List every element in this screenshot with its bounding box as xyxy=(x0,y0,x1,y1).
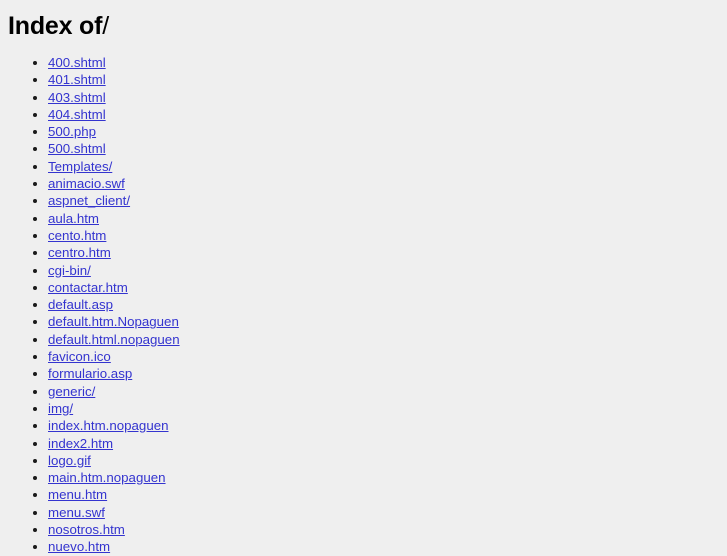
directory-entry-link[interactable]: cento.htm xyxy=(48,228,106,243)
page-title-prefix: Index of xyxy=(8,12,103,40)
list-item: generic/ xyxy=(48,383,719,400)
list-item: default.htm.Nopaguen xyxy=(48,313,719,330)
list-item: img/ xyxy=(48,400,719,417)
list-item: nuevo.htm xyxy=(48,538,719,555)
directory-entry-link[interactable]: centro.htm xyxy=(48,245,111,260)
directory-entry-link[interactable]: default.html.nopaguen xyxy=(48,332,180,347)
page-title: Index of/ xyxy=(8,12,719,40)
directory-entry-link[interactable]: main.htm.nopaguen xyxy=(48,470,166,485)
list-item: centro.htm xyxy=(48,244,719,261)
directory-entry-link[interactable]: animacio.swf xyxy=(48,176,125,191)
directory-entry-link[interactable]: nuevo.htm xyxy=(48,539,110,554)
list-item: aspnet_client/ xyxy=(48,192,719,209)
list-item: 500.php xyxy=(48,123,719,140)
directory-listing: 400.shtml 401.shtml 403.shtml 404.shtml 500.… xyxy=(8,54,719,556)
directory-entry-link[interactable]: 401.shtml xyxy=(48,72,106,87)
list-item: contactar.htm xyxy=(48,279,719,296)
directory-entry-link[interactable]: menu.htm xyxy=(48,487,107,502)
directory-entry-link[interactable]: 500.php xyxy=(48,124,96,139)
list-item: index.htm.nopaguen xyxy=(48,417,719,434)
directory-entry-link[interactable]: menu.swf xyxy=(48,505,105,520)
list-item: menu.swf xyxy=(48,504,719,521)
directory-entry-link[interactable]: nosotros.htm xyxy=(48,522,125,537)
list-item: nosotros.htm xyxy=(48,521,719,538)
list-item: cento.htm xyxy=(48,227,719,244)
directory-entry-link[interactable]: aspnet_client/ xyxy=(48,193,130,208)
list-item: Templates/ xyxy=(48,158,719,175)
directory-entry-link[interactable]: index2.htm xyxy=(48,436,113,451)
directory-entry-link[interactable]: img/ xyxy=(48,401,73,416)
page-title-path: / xyxy=(102,12,109,40)
directory-entry-link[interactable]: default.htm.Nopaguen xyxy=(48,314,179,329)
list-item: main.htm.nopaguen xyxy=(48,469,719,486)
list-item: logo.gif xyxy=(48,452,719,469)
directory-entry-link[interactable]: default.asp xyxy=(48,297,113,312)
list-item: 404.shtml xyxy=(48,106,719,123)
directory-entry-link[interactable]: cgi-bin/ xyxy=(48,263,91,278)
directory-entry-link[interactable]: Templates/ xyxy=(48,159,112,174)
directory-entry-link[interactable]: logo.gif xyxy=(48,453,91,468)
directory-entry-link[interactable]: generic/ xyxy=(48,384,95,399)
directory-entry-link[interactable]: 403.shtml xyxy=(48,90,106,105)
list-item: 403.shtml xyxy=(48,89,719,106)
list-item: cgi-bin/ xyxy=(48,262,719,279)
directory-entry-link[interactable]: contactar.htm xyxy=(48,280,128,295)
list-item: 400.shtml xyxy=(48,54,719,71)
list-item: menu.htm xyxy=(48,486,719,503)
directory-entry-link[interactable]: favicon.ico xyxy=(48,349,111,364)
directory-entry-link[interactable]: aula.htm xyxy=(48,211,99,226)
list-item: favicon.ico xyxy=(48,348,719,365)
list-item: animacio.swf xyxy=(48,175,719,192)
directory-entry-link[interactable]: 500.shtml xyxy=(48,141,106,156)
directory-listing-page: Index of/ 400.shtml 401.shtml 403.shtml 404… xyxy=(0,0,727,554)
list-item: 500.shtml xyxy=(48,140,719,157)
directory-entry-link[interactable]: 404.shtml xyxy=(48,107,106,122)
directory-entry-link[interactable]: 400.shtml xyxy=(48,55,106,70)
list-item: index2.htm xyxy=(48,435,719,452)
list-item: default.asp xyxy=(48,296,719,313)
list-item: default.html.nopaguen xyxy=(48,331,719,348)
list-item: formulario.asp xyxy=(48,365,719,382)
list-item: 401.shtml xyxy=(48,71,719,88)
directory-entry-link[interactable]: index.htm.nopaguen xyxy=(48,418,169,433)
directory-entry-link[interactable]: formulario.asp xyxy=(48,366,132,381)
list-item: aula.htm xyxy=(48,210,719,227)
